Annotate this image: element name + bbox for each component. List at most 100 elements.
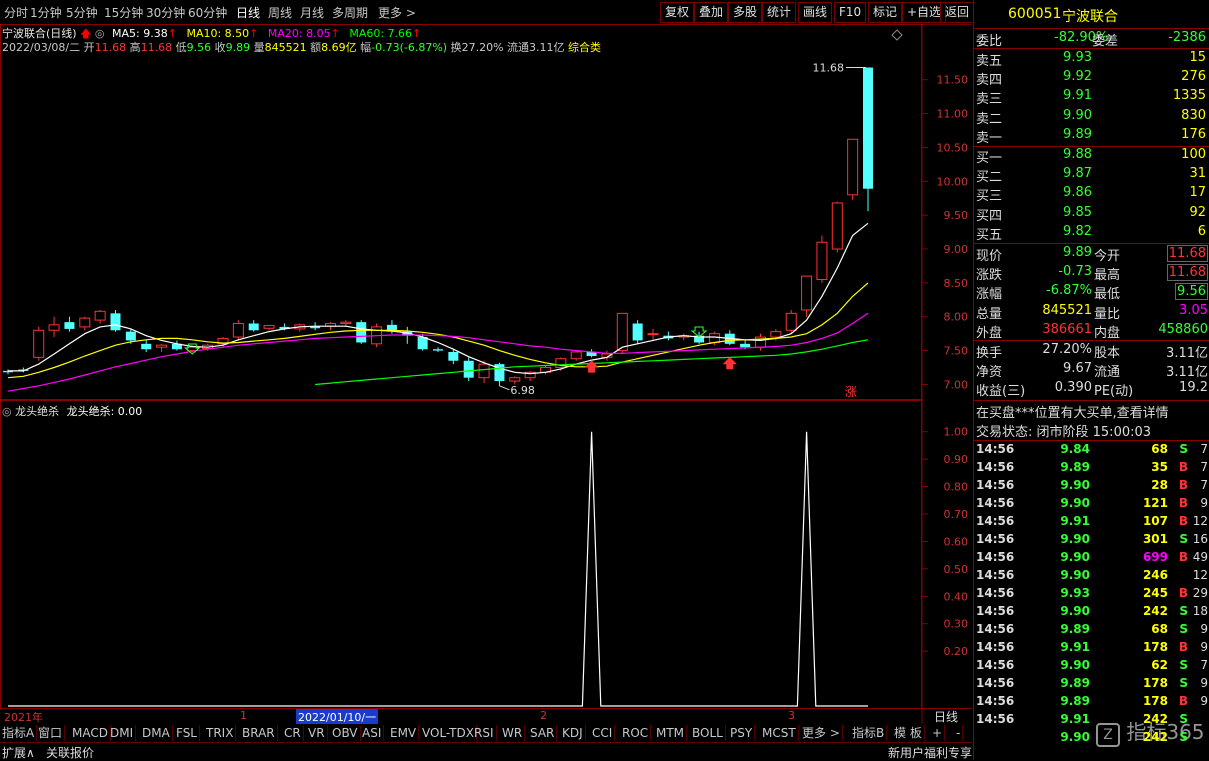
indicator-right-tab-2[interactable]: + xyxy=(930,725,946,741)
tick-count: 18 xyxy=(1192,604,1208,618)
indicator-tab-21[interactable]: BOLL xyxy=(690,725,726,741)
tick-price: 9.91 xyxy=(1060,514,1090,528)
indicator-axis-label: 0.70 xyxy=(944,508,969,521)
indicator-tab-8[interactable]: CR xyxy=(282,725,304,741)
expand-button[interactable]: 扩展∧ xyxy=(2,744,35,761)
indicator-tab-10[interactable]: OBV xyxy=(330,725,361,741)
price-axis-label: 8.00 xyxy=(944,311,969,324)
indicator-tab-12[interactable]: EMV xyxy=(388,725,420,741)
indicator-right-tab-3[interactable]: - xyxy=(954,725,964,741)
big-order-notice[interactable]: 在买盘***位置有大买单,查看详情 xyxy=(974,402,1209,421)
candle-body xyxy=(632,323,643,341)
stat-label: 股本 xyxy=(1094,346,1121,361)
indicator-tab-0[interactable]: 指标A xyxy=(0,725,38,741)
indicator-tab-20[interactable]: MTM xyxy=(654,725,688,741)
stat-value: 9.67 xyxy=(1063,361,1092,377)
tick-volume: 245 xyxy=(1142,586,1168,600)
main-panel-border xyxy=(0,24,922,400)
indicator-tab-4[interactable]: DMA xyxy=(140,725,173,741)
zhang-badge-label: 涨 xyxy=(845,384,857,399)
stat-row: 外盘 386661 内盘 458860 xyxy=(974,322,1209,341)
indicator-right-tab-0[interactable]: 指标B xyxy=(850,725,888,741)
indicator-title: 龙头绝杀 xyxy=(15,405,60,418)
candle-body xyxy=(448,351,459,361)
indicator-tab-1[interactable]: 窗口 xyxy=(36,725,66,741)
level-label: 买四 xyxy=(976,208,1003,224)
level-volume: 100 xyxy=(1181,147,1206,162)
level-price: 9.86 xyxy=(1063,185,1092,201)
stat-row: 涨幅 -6.87% 最低 9.56 xyxy=(974,283,1209,302)
level-volume: 176 xyxy=(1181,126,1206,142)
indicator-tab-2[interactable]: MACD xyxy=(70,725,111,741)
tick-price: 9.90 xyxy=(1060,730,1090,744)
indicator-tab-24[interactable]: 更多 > xyxy=(800,725,843,741)
stock-id-row: 600051 宁波联合 xyxy=(974,6,1209,25)
ma20-line xyxy=(7,312,869,392)
promo-link[interactable]: 新用户福利专享 xyxy=(888,744,972,761)
indicator-tab-19[interactable]: ROC xyxy=(620,725,652,741)
candle-body xyxy=(785,312,797,331)
stat-value: -6.87% xyxy=(1046,283,1092,299)
tick-side: S xyxy=(1179,532,1188,546)
indicator-tab-18[interactable]: CCI xyxy=(590,725,616,741)
tick-row: 14:56 9.91 178 B 9 xyxy=(974,640,1209,658)
price-axis-label: 10.50 xyxy=(937,141,969,154)
stat-label: 今开 xyxy=(1094,249,1121,264)
indicator-tab-23[interactable]: MCST xyxy=(760,725,799,741)
indicator-tab-13[interactable]: VOL-TDX xyxy=(420,725,477,741)
level-price: 9.91 xyxy=(1063,88,1092,104)
stat-value: 458860 xyxy=(1158,321,1208,337)
indicator-axis-label: 0.60 xyxy=(944,535,969,548)
tick-volume: 178 xyxy=(1142,694,1168,708)
tick-volume: 242 xyxy=(1142,712,1168,726)
tick-time: 14:56 xyxy=(976,694,1015,708)
kline-chart[interactable]: 11.5011.0010.5010.009.509.008.508.007.50… xyxy=(0,0,972,724)
tick-price: 9.90 xyxy=(1060,478,1090,492)
tick-row: 14:56 9.90 28 B 7 xyxy=(974,478,1209,496)
period-button[interactable]: 日线 xyxy=(934,708,958,725)
indicator-tab-15[interactable]: WR xyxy=(500,725,526,741)
level-label: 买五 xyxy=(976,227,1003,243)
indicator-tab-9[interactable]: VR xyxy=(306,725,328,741)
stat-label: 最高 xyxy=(1094,268,1121,284)
tick-count: 9 xyxy=(1200,676,1208,690)
candle-body xyxy=(33,329,45,358)
indicator-tab-11[interactable]: ASI xyxy=(360,725,385,741)
tick-side: B xyxy=(1178,694,1188,708)
tick-count: 9 xyxy=(1200,622,1208,636)
indicator-tab-16[interactable]: SAR xyxy=(528,725,558,741)
tick-count: 29 xyxy=(1192,586,1208,600)
candle-body xyxy=(647,333,659,336)
tick-volume: 246 xyxy=(1142,568,1168,582)
indicator-tab-14[interactable]: RSI xyxy=(472,725,497,741)
candle-body xyxy=(831,202,843,250)
candle-body xyxy=(463,360,474,378)
related-quotes-button[interactable]: 关联报价 xyxy=(46,744,94,761)
tick-row: 9.90 242 S xyxy=(974,730,1209,748)
bid-level: 买五 9.82 6 xyxy=(974,224,1209,243)
price-axis-label: 7.50 xyxy=(944,345,969,358)
level-volume: 6 xyxy=(1197,223,1206,239)
stat-row: 涨跌 -0.73 最高 11.68 xyxy=(974,264,1209,283)
indicator-tab-6[interactable]: TRIX xyxy=(204,725,237,741)
stat-value: 9.89 xyxy=(1063,245,1092,260)
low-marker-label: 6.98 xyxy=(510,384,535,397)
tick-count: 49 xyxy=(1192,550,1208,564)
tick-count: 9 xyxy=(1200,640,1208,654)
indicator-axis-label: 0.80 xyxy=(944,481,969,494)
indicator-tab-3[interactable]: DMI xyxy=(108,725,137,741)
settings-circle-icon[interactable]: ◎ xyxy=(2,405,12,418)
indicator-tab-7[interactable]: BRAR xyxy=(240,725,278,741)
indicator-tab-5[interactable]: FSL xyxy=(174,725,200,741)
stock-code: 600051 xyxy=(1008,6,1062,22)
tick-row: 14:56 9.90 62 S 7 xyxy=(974,658,1209,676)
tick-time: 14:56 xyxy=(976,514,1015,528)
indicator-axis-label: 0.50 xyxy=(944,563,969,576)
high-marker-label: 11.68 xyxy=(813,62,845,75)
indicator-tab-17[interactable]: KDJ xyxy=(560,725,586,741)
level-price: 9.88 xyxy=(1063,147,1092,162)
indicator-tab-22[interactable]: PSY xyxy=(728,725,756,741)
ask-level: 卖三 9.91 1335 xyxy=(974,88,1209,107)
indicator-right-tab-1[interactable]: 模 板 xyxy=(892,725,925,741)
level-price: 9.90 xyxy=(1063,107,1092,123)
